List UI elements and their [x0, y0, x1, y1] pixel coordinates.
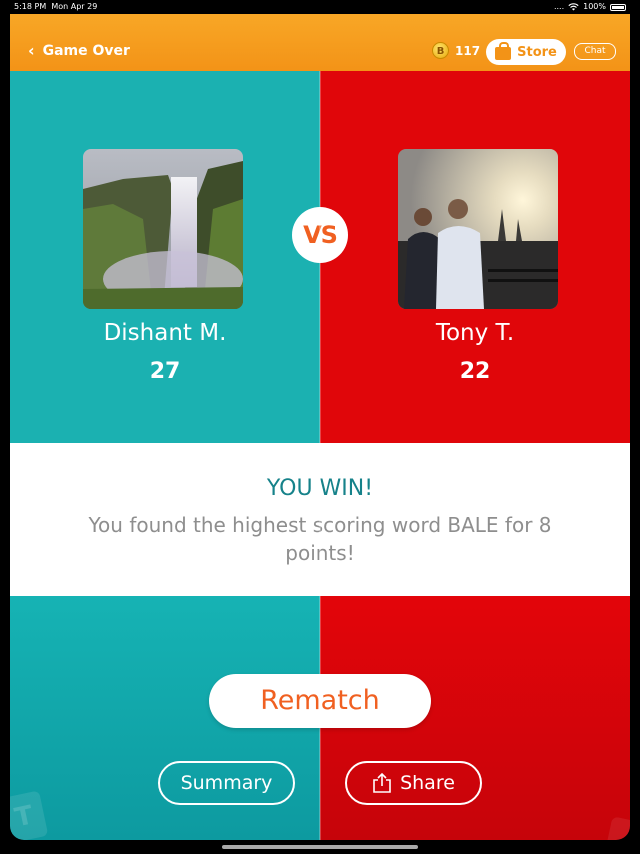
player2-score: 22 [459, 359, 491, 384]
share-label: Share [400, 772, 455, 794]
back-button[interactable]: ‹ Game Over [28, 41, 130, 60]
game-over-screen: ‹ Game Over B 117 Store Chat VS Dishant … [10, 14, 630, 840]
coin-count: 117 [455, 43, 481, 58]
shopping-bag-icon [495, 42, 512, 60]
chat-button[interactable]: Chat [574, 43, 616, 60]
home-indicator[interactable] [222, 845, 418, 849]
rematch-button[interactable]: Rematch [209, 674, 431, 728]
status-time: 5:18 PM Mon Apr 29 [14, 0, 97, 14]
summary-label: Summary [180, 772, 273, 794]
top-bar: ‹ Game Over B 117 Store Chat [10, 14, 630, 71]
back-label: Game Over [42, 42, 130, 59]
status-bar: 5:18 PM Mon Apr 29 .... 100% [0, 0, 640, 14]
player1-score: 27 [149, 359, 181, 384]
battery-icon [610, 3, 626, 11]
battery-percent: 100% [583, 2, 606, 11]
player2-avatar[interactable] [398, 149, 558, 309]
player2-name: Tony T. [435, 320, 515, 346]
wifi-icon [568, 3, 579, 11]
signal-icon: .... [553, 2, 565, 11]
couple-photo [398, 149, 558, 309]
share-icon [373, 772, 391, 793]
coin-icon: B [432, 42, 449, 59]
share-button[interactable]: Share [345, 761, 482, 805]
player1-name: Dishant M. [103, 320, 227, 346]
summary-button[interactable]: Summary [158, 761, 295, 805]
status-time-text: 5:18 PM [14, 2, 47, 11]
status-right: .... 100% [554, 0, 626, 14]
chevron-left-icon: ‹ [28, 41, 35, 60]
player1-avatar[interactable] [83, 149, 243, 309]
store-button[interactable]: Store [486, 39, 566, 65]
coin-balance: B 117 [432, 42, 480, 59]
status-date: Mon Apr 29 [51, 2, 98, 11]
waterfall-photo [83, 149, 243, 309]
store-label: Store [517, 44, 557, 60]
